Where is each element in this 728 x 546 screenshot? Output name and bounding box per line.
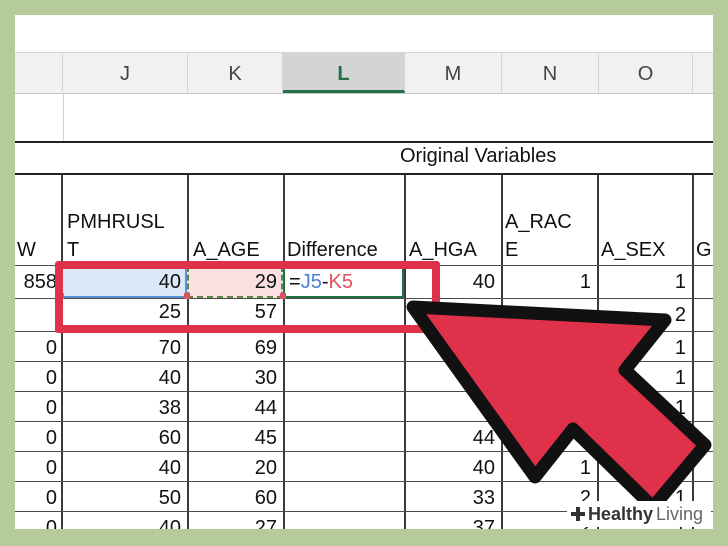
watermark-brand-suffix: Living <box>655 503 703 524</box>
pointer-arrow-icon <box>406 300 712 514</box>
watermark-brand: Healthy <box>587 503 653 524</box>
healthy-living-plus-icon <box>570 507 585 521</box>
healthy-living-watermark: Healthy Living <box>566 501 711 527</box>
spreadsheet: J K L M N O Original Variables W PMHRUSL… <box>15 15 713 529</box>
